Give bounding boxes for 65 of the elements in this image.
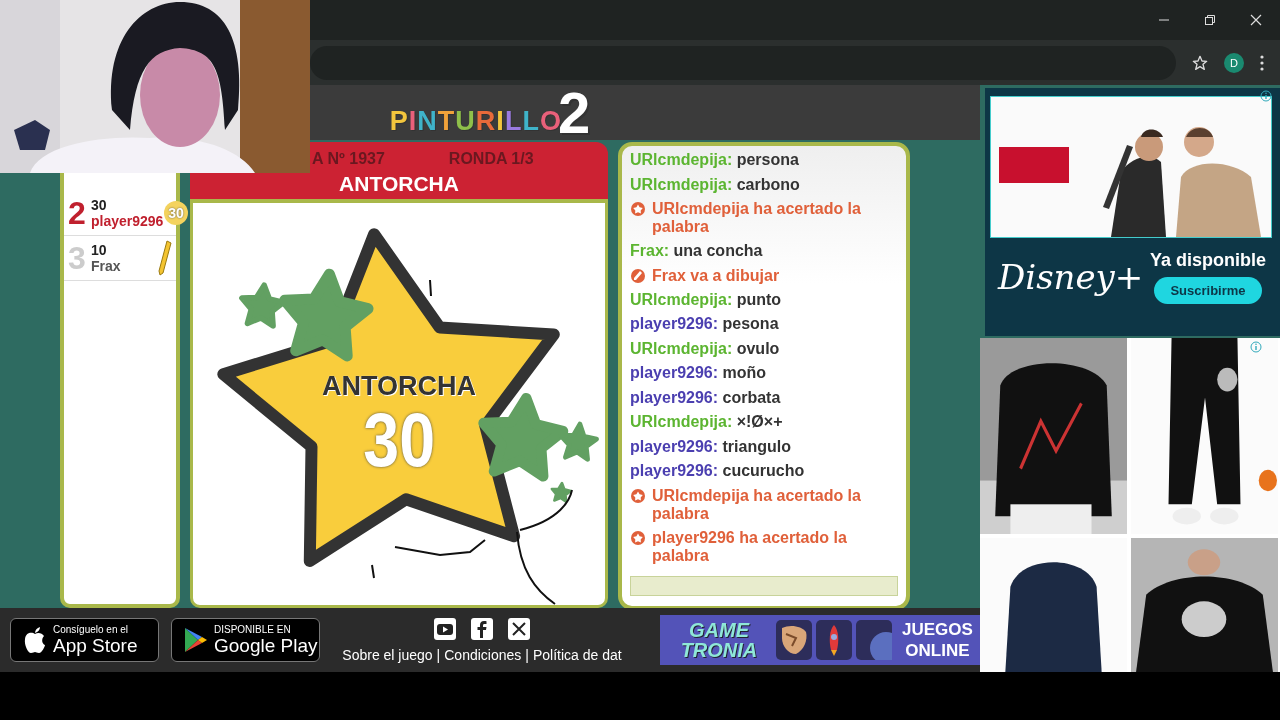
video-play-icon[interactable] (434, 617, 456, 640)
chat-message: URlcmdepija: ovulo (630, 339, 781, 358)
map-thumbnail-icon (776, 620, 812, 660)
chat-message: player9296: moño (630, 364, 768, 383)
chat-input[interactable] (630, 576, 898, 596)
player-name: Frax (91, 258, 122, 274)
chat-message: player9296: cucurucho (630, 462, 806, 481)
current-word: ANTORCHA (339, 172, 459, 196)
footer-link[interactable]: Condiciones (444, 646, 522, 663)
round-counter: RONDA 1/3 (448, 150, 534, 168)
chat-message: URlcmdepija: punto (630, 290, 783, 309)
chat-message: player9296: triangulo (630, 437, 792, 456)
store-name: App Store (53, 635, 138, 656)
points-label: 30 (363, 402, 435, 478)
event-message: URlcmdepija ha acertado la palabra (652, 200, 862, 236)
event-message: URlcmdepija ha acertado la palabra (652, 486, 862, 523)
chat-message: player9296: corbata (630, 388, 782, 407)
game-logo[interactable]: PINTURILLO2 (389, 88, 591, 137)
chat-message: Frax: una concha (630, 242, 764, 261)
star-circle-icon (630, 201, 646, 217)
chat-message: player9296: pesona (630, 315, 780, 334)
play-triangle-icon (184, 627, 208, 653)
store-name: Google Play (214, 635, 318, 656)
google-play-badge[interactable]: DISPONIBLE EN Google Play (171, 618, 320, 662)
bookmark-star-icon[interactable] (1192, 54, 1208, 71)
subscribe-button[interactable]: Suscribirme (1154, 277, 1262, 304)
player-rank: 2 (68, 194, 86, 232)
link-separator: | (436, 646, 441, 663)
badge-caption: DISPONIBLE EN (214, 624, 292, 635)
star-circle-icon (630, 487, 646, 504)
restore-icon[interactable] (1204, 14, 1216, 26)
rocket-icon (816, 620, 852, 660)
footer-link[interactable]: Sobre el juego (342, 646, 433, 663)
badge-caption: Consíguelo en el (53, 624, 130, 635)
player-name: player9296 (91, 213, 165, 229)
menu-icon[interactable] (1260, 54, 1264, 71)
link-separator: | (525, 646, 529, 663)
facebook-icon[interactable] (471, 617, 493, 640)
app-store-badge[interactable]: Consíguelo en el App Store (10, 618, 159, 662)
info-icon[interactable] (1260, 90, 1272, 102)
star-circle-icon (630, 529, 646, 546)
drawing-canvas[interactable]: ANTORCHA 30 (190, 199, 608, 608)
planet-icon (856, 620, 892, 660)
pencil-icon (158, 240, 172, 276)
chat-message: URlcmdepija: carbono (630, 175, 801, 194)
apple-icon (23, 626, 47, 654)
game-number: A Nº 1937 (312, 150, 385, 168)
banner-tagline: JUEGOS ONLINE (902, 619, 973, 661)
promo-headline: Ya disponible (1149, 250, 1266, 271)
x-logo-icon[interactable] (508, 617, 530, 640)
brand-logo: Disney+ (998, 257, 1144, 297)
event-message: Frax va a dibujar (652, 266, 780, 285)
word-label: ANTORCHA (322, 371, 476, 402)
event-message: player9296 ha acertado la palabra (652, 528, 848, 565)
chat-message: URlcmdepija: ×!Ø×+ (630, 413, 784, 432)
gametronia-banner[interactable]: GAME TRONIA JUEGOS ONLINE (660, 615, 980, 665)
player-score: 30 (91, 197, 108, 213)
gametronia-logo: GAME TRONIA (679, 620, 759, 660)
footer-link[interactable]: Política de dat (532, 646, 622, 663)
close-icon[interactable] (1250, 14, 1262, 26)
pencil-circle-icon (630, 267, 646, 284)
player-score: 10 (91, 242, 108, 258)
chat-message: URlcmdepija: persona (630, 151, 800, 170)
points-badge: 30 (164, 201, 188, 225)
profile-avatar[interactable]: D (1224, 52, 1244, 73)
